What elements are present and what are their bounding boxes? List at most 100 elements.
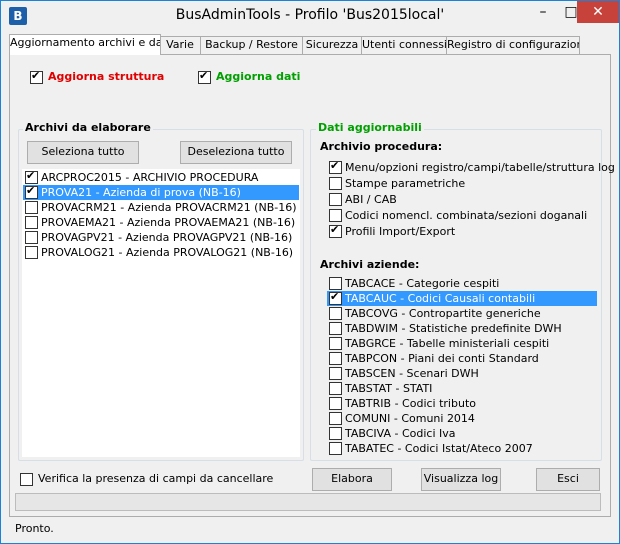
aziende-list-item-label: TABATEC - Codici Istat/Ateco 2007: [345, 442, 533, 455]
deseleziona-tutto-button[interactable]: Deseleziona tutto: [180, 141, 292, 164]
aziende-list-item-label: TABTRIB - Codici tributo: [345, 397, 476, 410]
procedura-list-item[interactable]: Menu/opzioni registro/campi/tabelle/stru…: [327, 159, 615, 175]
archivi-list-item-label: PROVAGPV21 - Azienda PROVAGPV21 (NB-16): [41, 231, 293, 244]
aziende-list-item-label: TABSCEN - Scenari DWH: [345, 367, 479, 380]
archivi-list-item-label: PROVA21 - Azienda di prova (NB-16): [41, 186, 241, 199]
tab-varie[interactable]: Varie: [159, 36, 201, 54]
dati-title: Dati aggiornabili: [316, 121, 424, 134]
procedura-list-item-label: Profili Import/Export: [345, 225, 456, 238]
archivi-list-item-checkbox[interactable]: [25, 216, 38, 229]
aziende-list-item-checkbox[interactable]: [329, 397, 342, 410]
tab-backup-restore[interactable]: Backup / Restore: [200, 36, 303, 54]
archivi-list-item-checkbox[interactable]: [25, 246, 38, 259]
aggiorna-struttura-label[interactable]: Aggiorna struttura: [48, 70, 164, 83]
procedura-list-item-checkbox[interactable]: [329, 209, 342, 222]
aziende-list-item-label: TABCOVG - Contropartite generiche: [345, 307, 541, 320]
seleziona-tutto-button[interactable]: Seleziona tutto: [27, 141, 139, 164]
aggiorna-struttura-checkbox[interactable]: [30, 69, 43, 84]
procedura-list-item-checkbox[interactable]: [329, 193, 342, 206]
archivi-list-item[interactable]: PROVACRM21 - Azienda PROVACRM21 (NB-16): [23, 200, 299, 215]
tab-panel-aggiornamento: Aggiorna struttura Aggiorna dati Archivi…: [9, 54, 615, 517]
aziende-list-item[interactable]: TABCOVG - Contropartite generiche: [327, 306, 597, 321]
aziende-list-item-label: TABCAUC - Codici Causali contabili: [345, 292, 536, 305]
procedura-list-item[interactable]: ABI / CAB: [327, 192, 597, 207]
procedura-list-item-checkbox[interactable]: [329, 159, 342, 174]
visualizza-log-button[interactable]: Visualizza log: [421, 468, 501, 491]
app-window: B BusAdminTools - Profilo 'Bus2015local'…: [0, 0, 620, 544]
esci-button[interactable]: Esci: [536, 468, 600, 491]
aziende-list-item[interactable]: TABTRIB - Codici tributo: [327, 396, 597, 411]
archivi-aziende-label: Archivi aziende:: [320, 258, 420, 271]
archivi-list-item-checkbox[interactable]: [25, 184, 38, 199]
aziende-list-item-checkbox[interactable]: [329, 412, 342, 425]
archivi-list-item-checkbox[interactable]: [25, 231, 38, 244]
procedura-list-item[interactable]: Stampe parametriche: [327, 176, 597, 191]
aziende-list-item-checkbox[interactable]: [329, 290, 342, 305]
aziende-list-item-checkbox[interactable]: [329, 277, 342, 290]
aziende-list-item[interactable]: TABATEC - Codici Istat/Ateco 2007: [327, 441, 597, 456]
aziende-list-item-checkbox[interactable]: [329, 367, 342, 380]
aziende-list-item-label: TABCIVA - Codici Iva: [345, 427, 456, 440]
tab-aggiornamento[interactable]: Aggiornamento archivi e dati: [9, 34, 161, 55]
aziende-list-item-label: TABGRCE - Tabelle ministeriali cespiti: [345, 337, 550, 350]
minimize-button[interactable]: –: [529, 1, 557, 23]
archivi-title: Archivi da elaborare: [23, 121, 153, 134]
archivi-list-item-label: PROVALOG21 - Azienda PROVALOG21 (NB-16): [41, 246, 294, 259]
status-text: Pronto.: [15, 522, 54, 535]
aziende-list-item[interactable]: TABCAUC - Codici Causali contabili: [327, 290, 597, 306]
progress-bar: [15, 493, 601, 511]
close-button[interactable]: ✕: [577, 1, 619, 23]
procedura-list-item-label: Menu/opzioni registro/campi/tabelle/stru…: [345, 161, 615, 174]
title-bar: B BusAdminTools - Profilo 'Bus2015local'…: [1, 1, 619, 31]
aziende-list-item-label: TABDWIM - Statistiche predefinite DWH: [345, 322, 562, 335]
archivi-list-item-checkbox[interactable]: [25, 169, 38, 184]
tab-utenti-connessi[interactable]: Utenti connessi: [361, 36, 447, 54]
aziende-list-item[interactable]: TABDWIM - Statistiche predefinite DWH: [327, 321, 597, 336]
procedura-list-item-checkbox[interactable]: [329, 177, 342, 190]
aziende-list-item[interactable]: TABPCON - Piani dei conti Standard: [327, 351, 597, 366]
elabora-button[interactable]: Elabora: [312, 468, 392, 491]
aziende-list-item[interactable]: TABSCEN - Scenari DWH: [327, 366, 597, 381]
tab-sicurezza[interactable]: Sicurezza: [302, 36, 362, 54]
procedura-list-item-checkbox[interactable]: [329, 223, 342, 238]
aziende-list-item-checkbox[interactable]: [329, 352, 342, 365]
aziende-list[interactable]: TABCACE - Categorie cespiti TABCAUC - Cod…: [326, 275, 598, 459]
procedura-list-item[interactable]: Profili Import/Export: [327, 223, 597, 239]
archivio-procedura-label: Archivio procedura:: [320, 140, 443, 153]
verifica-checkbox[interactable]: [20, 473, 33, 486]
archivi-list-item-checkbox[interactable]: [25, 201, 38, 214]
aziende-list-item-checkbox[interactable]: [329, 307, 342, 320]
aziende-list-item[interactable]: TABCIVA - Codici Iva: [327, 426, 597, 441]
aggiorna-dati-label[interactable]: Aggiorna dati: [216, 70, 300, 83]
archivi-list-item[interactable]: PROVAEMA21 - Azienda PROVAEMA21 (NB-16): [23, 215, 299, 230]
procedura-list-item[interactable]: Codici nomencl. combinata/sezioni dogana…: [327, 208, 597, 223]
archivi-list-item[interactable]: ARCPROC2015 - ARCHIVIO PROCEDURA: [23, 169, 299, 185]
archivi-list-item-label: PROVAEMA21 - Azienda PROVAEMA21 (NB-16): [41, 216, 296, 229]
archivi-list-item[interactable]: PROVA21 - Azienda di prova (NB-16): [23, 184, 299, 200]
archivi-list-item-label: PROVACRM21 - Azienda PROVACRM21 (NB-16): [41, 201, 297, 214]
aziende-list-item[interactable]: TABCACE - Categorie cespiti: [327, 276, 597, 291]
aggiorna-dati-checkbox[interactable]: [198, 69, 211, 84]
status-bar: Pronto.: [1, 517, 619, 543]
archivi-list-item[interactable]: PROVALOG21 - Azienda PROVALOG21 (NB-16): [23, 245, 299, 260]
aziende-list-item[interactable]: TABGRCE - Tabelle ministeriali cespiti: [327, 336, 597, 351]
verifica-label[interactable]: Verifica la presenza di campi da cancell…: [38, 472, 273, 485]
procedura-list[interactable]: Menu/opzioni registro/campi/tabelle/stru…: [326, 159, 615, 243]
aziende-list-item-label: TABSTAT - STATI: [345, 382, 433, 395]
procedura-list-item-label: ABI / CAB: [345, 193, 397, 206]
aziende-list-item-label: TABPCON - Piani dei conti Standard: [345, 352, 539, 365]
procedura-list-item-label: Codici nomencl. combinata/sezioni dogana…: [345, 209, 588, 222]
aziende-list-item[interactable]: TABSTAT - STATI: [327, 381, 597, 396]
archivi-list-item[interactable]: PROVAGPV21 - Azienda PROVAGPV21 (NB-16): [23, 230, 299, 245]
aziende-list-item-label: TABCACE - Categorie cespiti: [345, 277, 500, 290]
aziende-list-item[interactable]: COMUNI - Comuni 2014: [327, 411, 597, 426]
aziende-list-item-checkbox[interactable]: [329, 337, 342, 350]
aziende-list-item-checkbox[interactable]: [329, 442, 342, 455]
window-title: BusAdminTools - Profilo 'Bus2015local': [175, 7, 445, 23]
aziende-list-item-checkbox[interactable]: [329, 322, 342, 335]
aziende-list-item-checkbox[interactable]: [329, 382, 342, 395]
archivi-list[interactable]: ARCPROC2015 - ARCHIVIO PROCEDURA PROVA21 …: [22, 169, 300, 457]
aziende-list-item-checkbox[interactable]: [329, 427, 342, 440]
tab-registro-configurazione[interactable]: Registro di configurazione: [446, 36, 580, 54]
archivi-list-item-label: ARCPROC2015 - ARCHIVIO PROCEDURA: [41, 171, 259, 184]
